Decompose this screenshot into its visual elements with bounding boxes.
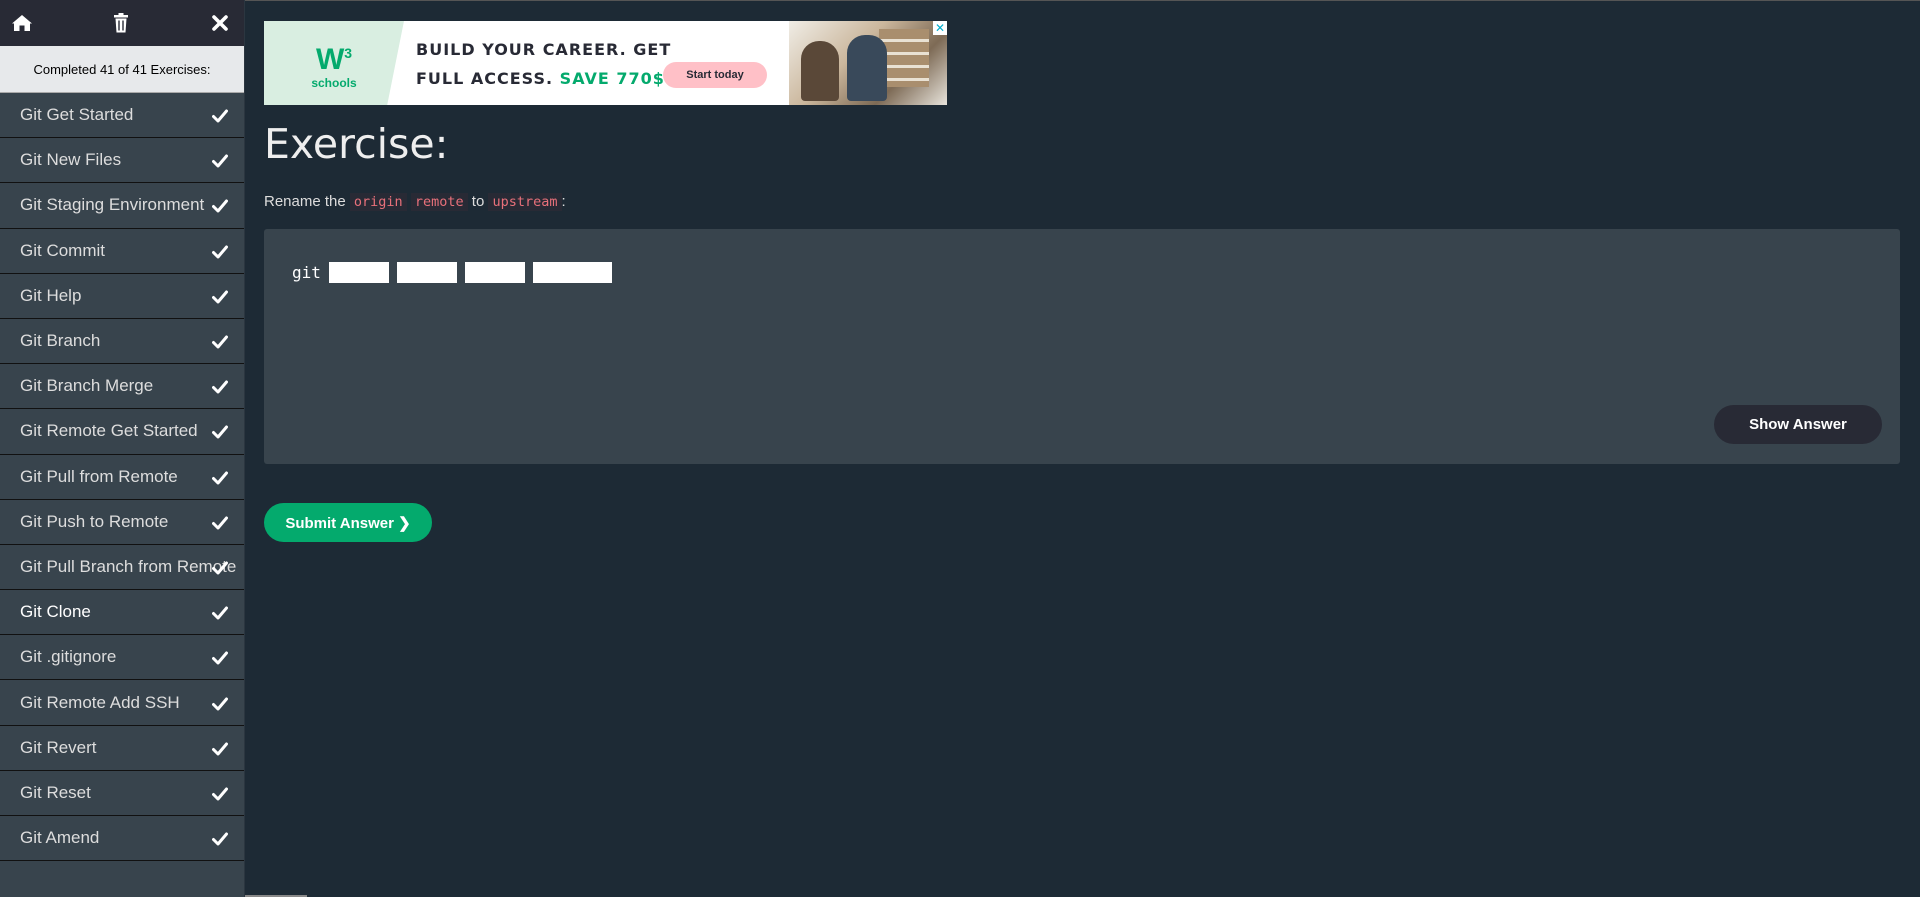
checkmark-icon xyxy=(212,153,228,168)
sidebar-item-label: Git Clone xyxy=(20,602,91,622)
sidebar-item-label: Git Pull Branch from Remote xyxy=(20,556,237,576)
code-editor: git Show Answer xyxy=(264,229,1900,464)
checkmark-icon xyxy=(212,244,228,259)
sidebar-item-git-staging-environment[interactable]: Git Staging Environment xyxy=(0,183,244,229)
code-origin: origin xyxy=(349,193,407,211)
checkmark-icon xyxy=(212,198,228,213)
submit-answer-button[interactable]: Submit Answer ❯ xyxy=(264,503,432,542)
sidebar-item-git-reset[interactable]: Git Reset xyxy=(0,771,244,816)
ad-headline: BUILD YOUR CAREER. GET FULL ACCESS. SAVE… xyxy=(416,35,671,93)
checkmark-icon xyxy=(212,786,228,801)
sidebar-toolbar xyxy=(0,0,244,46)
sidebar-item-git-commit[interactable]: Git Commit xyxy=(0,229,244,274)
ad-start-today-button[interactable]: Start today xyxy=(663,62,767,88)
sidebar-item-label: Git New Files xyxy=(20,150,122,170)
ad-text-panel[interactable]: W3 schools BUILD YOUR CAREER. GET FULL A… xyxy=(264,21,789,105)
sidebar-item-label: Git Amend xyxy=(20,828,100,848)
sidebar-item-label: Git Get Started xyxy=(20,105,134,125)
sidebar-item-git-pull-branch-from-remote[interactable]: Git Pull Branch from Remote xyxy=(0,545,244,591)
answer-blank-2[interactable] xyxy=(396,262,457,283)
w3schools-logo: W3 schools xyxy=(311,43,357,91)
sidebar-item-git-clone[interactable]: Git Clone xyxy=(0,590,244,636)
ad-close-icon[interactable]: ✕ xyxy=(933,21,947,35)
ad-save-text: SAVE 770$ xyxy=(559,69,665,88)
answer-blank-3[interactable] xyxy=(464,262,525,283)
checkmark-icon xyxy=(212,560,228,575)
answer-blank-1[interactable] xyxy=(328,262,389,283)
sidebar-item-git-branch[interactable]: Git Branch xyxy=(0,319,244,365)
checkmark-icon xyxy=(212,696,228,711)
sidebar-item-git-gitignore[interactable]: Git .gitignore xyxy=(0,635,244,681)
code-upstream: upstream xyxy=(488,193,562,211)
main-content: W3 schools BUILD YOUR CAREER. GET FULL A… xyxy=(264,0,1900,897)
sidebar-item-label: Git Branch xyxy=(20,331,101,351)
checkmark-icon xyxy=(212,831,228,846)
checkmark-icon xyxy=(212,379,228,394)
sidebar-item-git-help[interactable]: Git Help xyxy=(0,274,244,319)
checkmark-icon xyxy=(212,650,228,665)
code-remote: remote xyxy=(410,193,468,211)
sidebar-item-label: Git Staging Environment xyxy=(20,195,205,215)
answer-blank-4[interactable] xyxy=(532,262,612,283)
sidebar-item-git-remote-add-ssh[interactable]: Git Remote Add SSH xyxy=(0,680,244,726)
code-line: git xyxy=(292,262,612,283)
sidebar-item-git-get-started[interactable]: Git Get Started xyxy=(0,93,244,139)
sidebar-item-label: Git .gitignore xyxy=(20,647,117,667)
sidebar-item-label: Git Pull from Remote xyxy=(20,466,178,486)
advertisement-banner[interactable]: W3 schools BUILD YOUR CAREER. GET FULL A… xyxy=(264,21,947,105)
sidebar-item-git-push-to-remote[interactable]: Git Push to Remote xyxy=(0,500,244,545)
sidebar-item-git-new-files[interactable]: Git New Files xyxy=(0,138,244,184)
sidebar-item-git-revert[interactable]: Git Revert xyxy=(0,726,244,771)
checkmark-icon xyxy=(212,741,228,756)
checkmark-icon xyxy=(212,605,228,620)
sidebar-item-label: Git Reset xyxy=(20,782,91,802)
sidebar-item-git-pull-from-remote[interactable]: Git Pull from Remote xyxy=(0,455,244,500)
checkmark-icon xyxy=(212,334,228,349)
checkmark-icon xyxy=(212,470,228,485)
sidebar-item-git-remote-get-started[interactable]: Git Remote Get Started xyxy=(0,409,244,455)
sidebar-item-label: Git Push to Remote xyxy=(20,511,169,531)
sidebar-item-label: Git Remote Add SSH xyxy=(20,692,180,712)
sidebar-item-label: Git Commit xyxy=(20,240,105,260)
close-icon[interactable] xyxy=(208,11,232,35)
sidebar-item-label: Git Help xyxy=(20,285,82,305)
checkmark-icon xyxy=(212,515,228,530)
ad-photo: ✕ xyxy=(789,21,947,105)
checkmark-icon xyxy=(212,289,228,304)
exercise-sidebar: Completed 41 of 41 Exercises: Git Get St… xyxy=(0,0,245,897)
code-prefix: git xyxy=(292,263,321,282)
sidebar-item-git-branch-merge[interactable]: Git Branch Merge xyxy=(0,364,244,410)
page-title: Exercise: xyxy=(264,120,449,168)
exercise-instruction: Rename the origin remote to upstream: xyxy=(264,193,566,211)
checkmark-icon xyxy=(212,108,228,123)
progress-text: Completed 41 of 41 Exercises: xyxy=(0,46,244,93)
ad-headline-line2: FULL ACCESS. SAVE 770$ xyxy=(416,69,665,88)
home-icon[interactable] xyxy=(10,11,34,35)
sidebar-item-git-amend[interactable]: Git Amend xyxy=(0,816,244,862)
ad-headline-line1: BUILD YOUR CAREER. GET xyxy=(416,40,672,59)
checkmark-icon xyxy=(212,424,228,439)
sidebar-item-label: Git Revert xyxy=(20,737,97,757)
sidebar-item-label: Git Branch Merge xyxy=(20,376,154,396)
sidebar-item-label: Git Remote Get Started xyxy=(20,421,198,441)
exercise-list: Git Get Started Git New Files Git Staging … xyxy=(0,93,244,862)
trash-icon[interactable] xyxy=(109,11,133,35)
show-answer-button[interactable]: Show Answer xyxy=(1714,405,1882,444)
